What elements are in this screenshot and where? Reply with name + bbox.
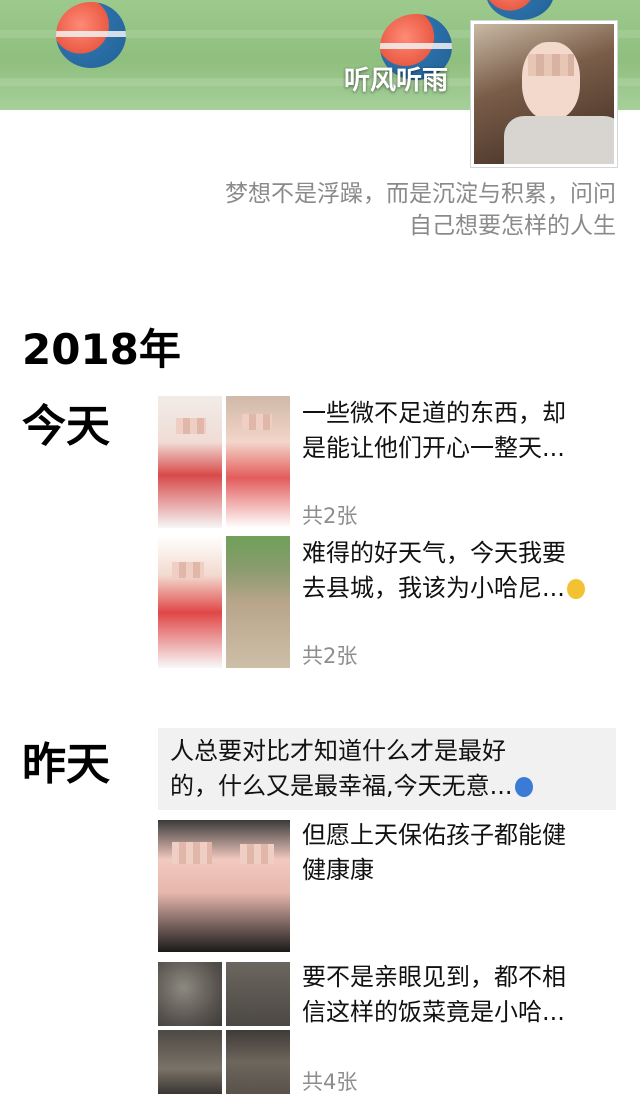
photo-count: 共2张 (302, 644, 358, 668)
post-thumbnails[interactable] (158, 962, 290, 1094)
post-text-line: 去县城，我该为小哈尼... (302, 574, 565, 602)
year-heading: 2018年 (22, 325, 181, 374)
post-text[interactable]: 难得的好天气，今天我要 去县城，我该为小哈尼... (302, 536, 614, 606)
avatar[interactable] (470, 20, 618, 168)
basketball-image (486, 0, 554, 20)
post-thumbnails[interactable] (158, 536, 290, 668)
photo-thumbnail (158, 962, 222, 1026)
photo-thumbnail (226, 962, 290, 1026)
photo-count: 共4张 (302, 1070, 358, 1094)
post-thumbnails[interactable] (158, 396, 290, 528)
photo-thumbnail (158, 396, 222, 528)
signature-line-1: 梦想不是浮躁，而是沉淀与积累，问问 (225, 181, 616, 207)
post-text-line: 一些微不足道的东西，却 (302, 399, 566, 427)
post-text[interactable]: 但愿上天保佑孩子都能健 健康康 (302, 818, 614, 888)
post-text-line: 难得的好天气，今天我要 (302, 539, 566, 567)
photo-thumbnail (158, 1030, 222, 1094)
profile-nickname[interactable]: 听风听雨 (344, 60, 448, 97)
post-text[interactable]: 一些微不足道的东西，却 是能让他们开心一整天... (302, 396, 614, 466)
post-text-line: 信这样的饭菜竟是小哈... (302, 998, 565, 1026)
post-text-line: 要不是亲眼见到，都不相 (302, 963, 566, 991)
photo-thumbnail (226, 396, 290, 528)
blurred-face (528, 54, 574, 76)
photo-count: 共2张 (302, 504, 358, 528)
signature-line-2: 自己想要怎样的人生 (409, 213, 616, 239)
photo-thumbnail (226, 536, 290, 668)
photo-thumbnail (226, 1030, 290, 1094)
post-text-line: 的，什么又是最幸福,今天无意... (170, 772, 513, 800)
emoji-icon (566, 579, 585, 599)
day-label-today: 今天 (22, 401, 110, 452)
post-text[interactable]: 要不是亲眼见到，都不相 信这样的饭菜竟是小哈... (302, 960, 614, 1030)
post-thumbnails[interactable] (158, 820, 290, 952)
post-text-line: 但愿上天保佑孩子都能健 (302, 821, 566, 849)
photo-thumbnail (158, 536, 222, 668)
photo-thumbnail (158, 820, 290, 952)
post-text-line: 人总要对比才知道什么才是最好 (170, 737, 506, 765)
post-text-line: 健康康 (302, 856, 374, 884)
post-text-line: 是能让他们开心一整天... (302, 434, 565, 462)
basketball-image (56, 2, 126, 68)
profile-signature: 梦想不是浮躁，而是沉淀与积累，问问 自己想要怎样的人生 (146, 178, 616, 242)
text-only-post[interactable]: 人总要对比才知道什么才是最好 的，什么又是最幸福,今天无意... (158, 728, 616, 810)
day-label-yesterday: 昨天 (22, 739, 110, 790)
emoji-icon (514, 777, 533, 797)
